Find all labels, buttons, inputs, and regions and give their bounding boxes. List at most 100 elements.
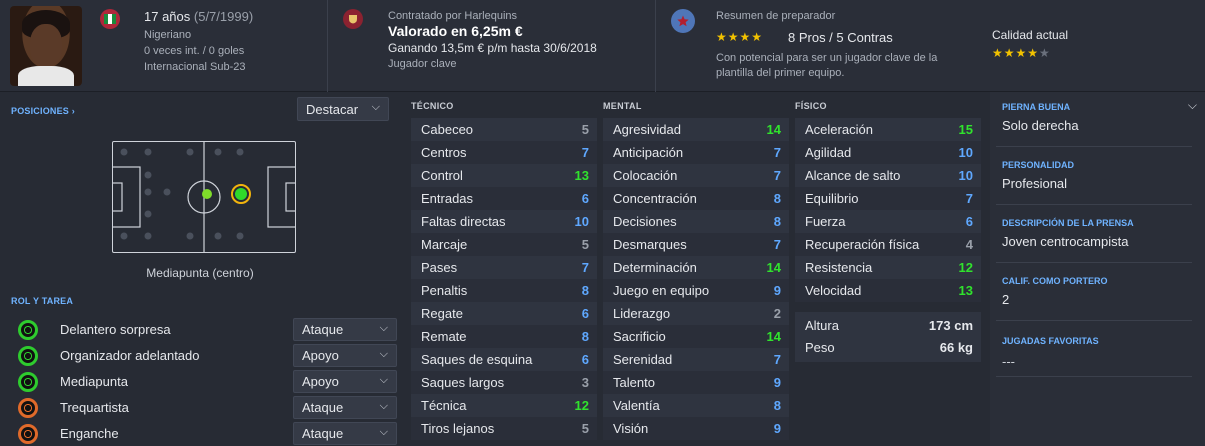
attribute-value: 5: [581, 122, 589, 137]
duty-label: Ataque: [302, 322, 344, 337]
attribute-name: Equilibrio: [805, 191, 859, 206]
duty-label: Apoyo: [302, 374, 339, 389]
positions-title[interactable]: POSICIONES ›: [11, 106, 75, 116]
role-row[interactable]: Enganche Ataque ⌵: [8, 422, 397, 446]
attribute-row[interactable]: Tiros lejanos 5: [411, 417, 597, 440]
attribute-value: 7: [773, 237, 781, 252]
highlight-dropdown[interactable]: Destacar ⌵: [297, 97, 389, 121]
attribute-value: 2: [773, 306, 781, 321]
attribute-row[interactable]: Remate 8: [411, 325, 597, 348]
position-name: Mediapunta (centro): [146, 266, 254, 280]
attribute-value: 7: [773, 145, 781, 160]
attribute-row[interactable]: Valentía 8: [603, 394, 789, 417]
attribute-row[interactable]: Agilidad 10: [795, 141, 981, 164]
role-row[interactable]: Trequartista Ataque ⌵: [8, 396, 397, 420]
attribute-row[interactable]: Juego en equipo 9: [603, 279, 789, 302]
current-ability-stars: ★★★★★: [992, 46, 1051, 60]
attribute-row[interactable]: Regate 6: [411, 302, 597, 325]
attribute-value: 10: [958, 145, 973, 160]
attribute-row[interactable]: Visión 9: [603, 417, 789, 440]
player-caps: 0 veces int. / 0 goles: [144, 45, 245, 57]
attribute-row[interactable]: Determinación 14: [603, 256, 789, 279]
role-name: Organizador adelantado: [60, 348, 200, 363]
player-portrait: [10, 6, 82, 86]
role-suitability-icon: [18, 320, 38, 340]
attribute-row[interactable]: Concentración 8: [603, 187, 789, 210]
attribute-row[interactable]: Marcaje 5: [411, 233, 597, 256]
attribute-name: Valentía: [613, 398, 660, 413]
attribute-value: 9: [773, 375, 781, 390]
attribute-row[interactable]: Faltas directas 10: [411, 210, 597, 233]
role-suitability-icon: [18, 398, 38, 418]
physical-title: FÍSICO: [795, 101, 827, 111]
attribute-name: Centros: [421, 145, 467, 160]
attribute-value: 7: [773, 352, 781, 367]
coach-report-star-icon: [671, 9, 695, 33]
current-ability-label: Calidad actual: [992, 28, 1069, 42]
player-wage: Ganando 13,5m € p/m hasta 30/6/2018: [388, 41, 597, 55]
attribute-row[interactable]: Cabeceo 5: [411, 118, 597, 141]
attribute-name: Agilidad: [805, 145, 852, 160]
attribute-row[interactable]: Saques largos 3: [411, 371, 597, 394]
attribute-row[interactable]: Sacrificio 14: [603, 325, 789, 348]
attribute-row[interactable]: Aceleración 15: [795, 118, 981, 141]
role-row[interactable]: Organizador adelantado Apoyo ⌵: [8, 344, 397, 368]
attribute-name: Determinación: [613, 260, 697, 275]
attribute-row[interactable]: Pases 7: [411, 256, 597, 279]
chevron-down-icon: ⌵: [379, 374, 388, 386]
role-row[interactable]: Delantero sorpresa Ataque ⌵: [8, 318, 397, 342]
attribute-name: Anticipación: [613, 145, 684, 160]
role-name: Delantero sorpresa: [60, 322, 171, 337]
role-suitability-icon: [18, 346, 38, 366]
duty-dropdown[interactable]: Apoyo ⌵: [293, 370, 397, 393]
attribute-row[interactable]: Colocación 7: [603, 164, 789, 187]
attribute-name: Talento: [613, 375, 655, 390]
attribute-row[interactable]: Entradas 6: [411, 187, 597, 210]
duty-dropdown[interactable]: Apoyo ⌵: [293, 344, 397, 367]
attribute-row[interactable]: Alcance de salto 10: [795, 164, 981, 187]
attribute-row[interactable]: Recuperación física 4: [795, 233, 981, 256]
attribute-name: Alcance de salto: [805, 168, 901, 183]
roles-title: ROL Y TAREA: [11, 296, 74, 306]
chevron-down-icon[interactable]: ⌵: [1188, 98, 1197, 113]
attribute-value: 12: [958, 260, 973, 275]
preferred-foot-title: PIERNA BUENA: [1002, 102, 1071, 112]
player-traits-value: ---: [1002, 354, 1015, 369]
attribute-row[interactable]: Decisiones 8: [603, 210, 789, 233]
duty-dropdown[interactable]: Ataque ⌵: [293, 396, 397, 419]
attribute-row[interactable]: Técnica 12: [411, 394, 597, 417]
duty-dropdown[interactable]: Ataque ⌵: [293, 318, 397, 341]
attribute-name: Concentración: [613, 191, 697, 206]
attribute-row[interactable]: Resistencia 12: [795, 256, 981, 279]
personality-title: PERSONALIDAD: [1002, 160, 1075, 170]
report-text-1: Con potencial para ser un jugador clave …: [716, 52, 938, 64]
attribute-name: Serenidad: [613, 352, 673, 367]
player-info-panel: PIERNA BUENA ⌵ Solo derecha PERSONALIDAD…: [990, 92, 1205, 446]
attribute-row[interactable]: Control 13: [411, 164, 597, 187]
attribute-row[interactable]: Agresividad 14: [603, 118, 789, 141]
attribute-value: 8: [581, 329, 589, 344]
attribute-row[interactable]: Liderazgo 2: [603, 302, 789, 325]
attribute-value: 13: [574, 168, 589, 183]
attribute-row[interactable]: Fuerza 6: [795, 210, 981, 233]
role-row[interactable]: Mediapunta Apoyo ⌵: [8, 370, 397, 394]
attribute-row[interactable]: Talento 9: [603, 371, 789, 394]
attribute-row[interactable]: Saques de esquina 6: [411, 348, 597, 371]
attribute-value: 7: [581, 145, 589, 160]
attribute-row[interactable]: Equilibrio 7: [795, 187, 981, 210]
attribute-value: 10: [958, 168, 973, 183]
attribute-row[interactable]: Penaltis 8: [411, 279, 597, 302]
attribute-row[interactable]: Velocidad 13: [795, 279, 981, 302]
attribute-row[interactable]: Serenidad 7: [603, 348, 789, 371]
nigeria-flag-icon: [100, 9, 120, 29]
personality-value: Profesional: [1002, 176, 1068, 191]
mental-attributes: Agresividad 14 Anticipación 7 Colocación 7 Con…: [603, 118, 789, 440]
attribute-value: 7: [773, 168, 781, 183]
attribute-name: Saques largos: [421, 375, 505, 390]
attribute-row[interactable]: Desmarques 7: [603, 233, 789, 256]
attribute-name: Agresividad: [613, 122, 681, 137]
duty-dropdown[interactable]: Ataque ⌵: [293, 422, 397, 445]
attribute-row[interactable]: Anticipación 7: [603, 141, 789, 164]
attribute-value: 7: [581, 260, 589, 275]
attribute-row[interactable]: Centros 7: [411, 141, 597, 164]
